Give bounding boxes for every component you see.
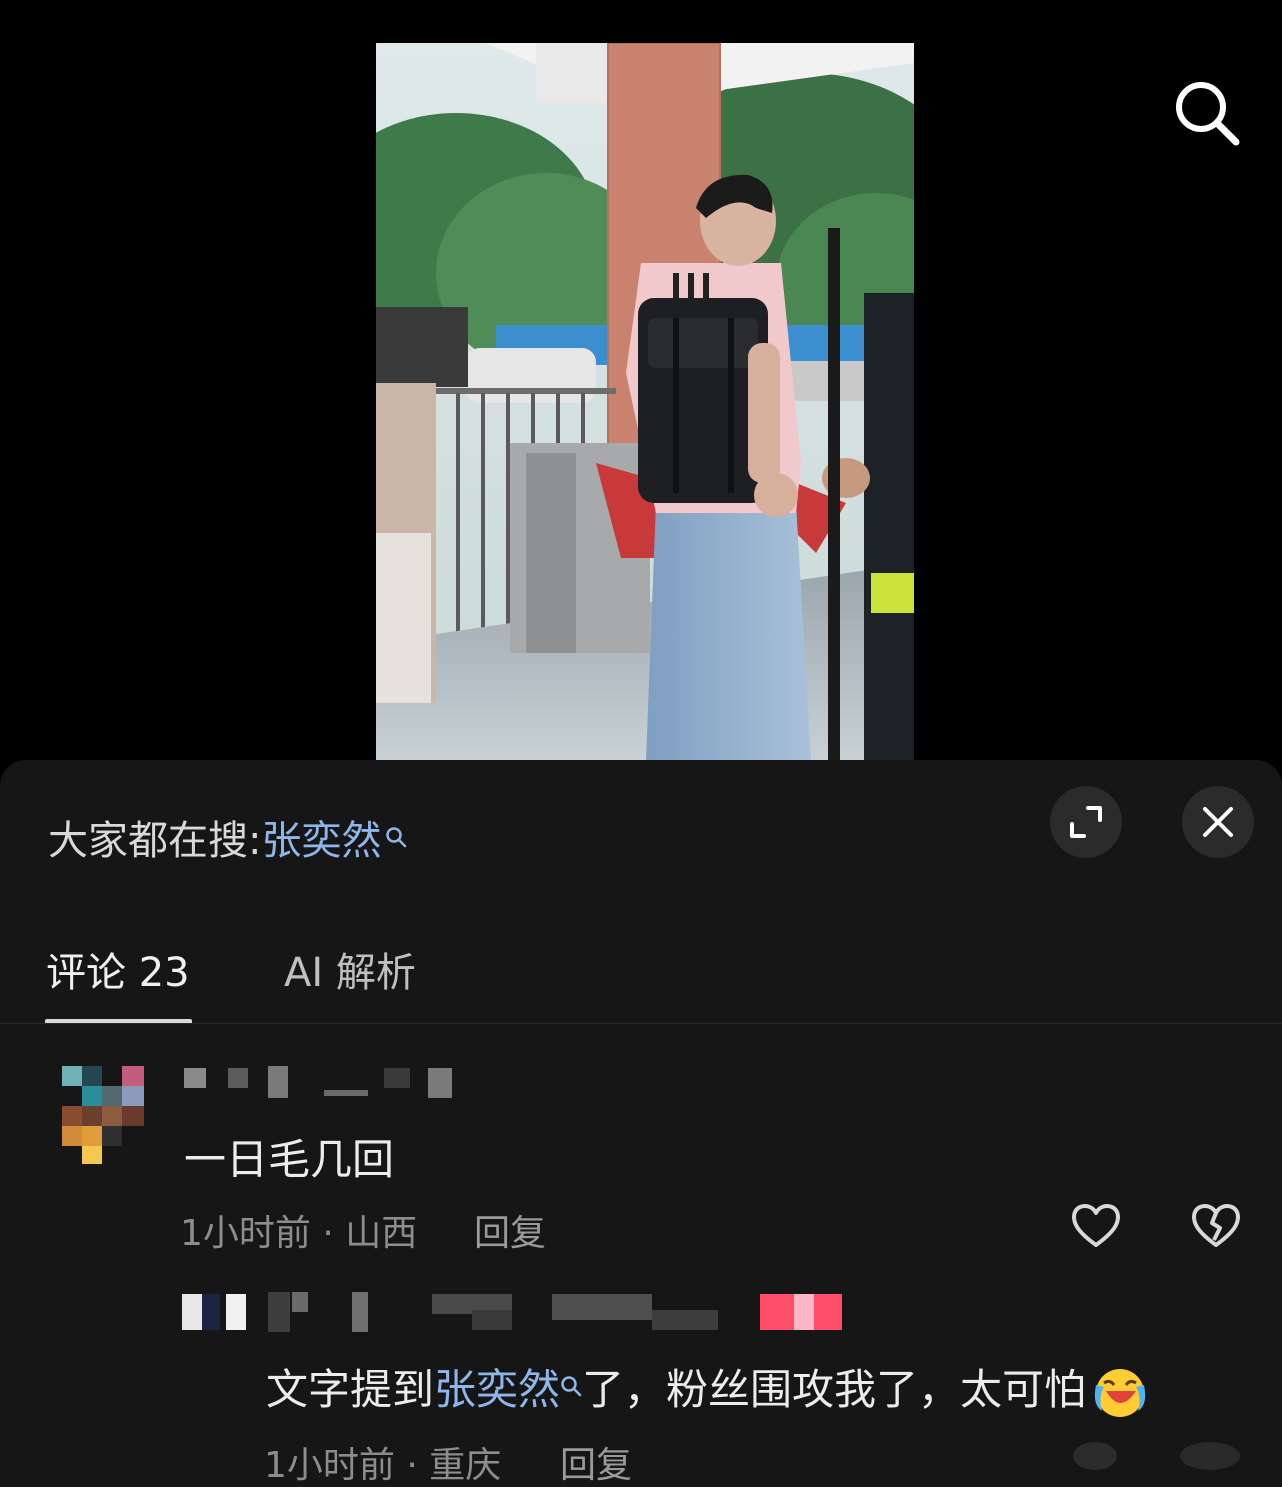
tab-divider — [0, 1023, 1282, 1024]
reply-button[interactable]: 回复 — [474, 1204, 546, 1256]
hot-search-prefix: 大家都在搜: — [48, 818, 262, 864]
close-button[interactable] — [1182, 786, 1254, 858]
video-area[interactable] — [0, 0, 1282, 780]
masked-username — [184, 1066, 454, 1100]
reply-text-before: 文字提到 — [266, 1365, 435, 1414]
reply-text-after: 了，粉丝围攻我了，太可怕 — [582, 1365, 1087, 1414]
small-search-icon — [560, 1358, 582, 1407]
reply-comment-meta: 1小时前 · 重庆 — [264, 1445, 502, 1486]
top-search-button[interactable] — [1170, 76, 1244, 150]
broken-heart-icon — [1192, 1204, 1240, 1247]
avatar[interactable] — [40, 1066, 164, 1166]
hot-search-bar[interactable]: 大家都在搜:张奕然 — [48, 808, 407, 866]
small-search-icon — [385, 812, 407, 858]
hot-search-term[interactable]: 张奕然 — [261, 818, 381, 864]
dislike-button[interactable] — [1188, 1198, 1244, 1254]
tab-comments[interactable]: 评论 23 — [46, 940, 190, 998]
reply-comment-text: 文字提到张奕然 了，粉丝围攻我了，太可怕 — [266, 1356, 1146, 1421]
video-frame[interactable] — [376, 43, 914, 761]
masked-reply-username — [182, 1290, 842, 1334]
reply-like-icons-faded — [1060, 1436, 1270, 1476]
close-icon — [1203, 807, 1233, 837]
comment-meta: 1小时前 · 山西 — [180, 1213, 418, 1254]
expand-icon — [1070, 806, 1102, 838]
expand-button[interactable] — [1050, 786, 1122, 858]
like-button[interactable] — [1068, 1198, 1124, 1254]
tab-ai-analysis[interactable]: AI 解析 — [284, 940, 416, 998]
reply-mentioned-term[interactable]: 张奕然 — [434, 1365, 560, 1414]
comment-text: 一日毛几回 — [184, 1135, 395, 1184]
reply-button-2[interactable]: 回复 — [560, 1436, 632, 1487]
search-icon — [1176, 82, 1240, 146]
laughing-crying-emoji-icon — [1090, 1365, 1146, 1421]
video-still-image — [376, 43, 914, 761]
heart-icon — [1072, 1204, 1120, 1247]
